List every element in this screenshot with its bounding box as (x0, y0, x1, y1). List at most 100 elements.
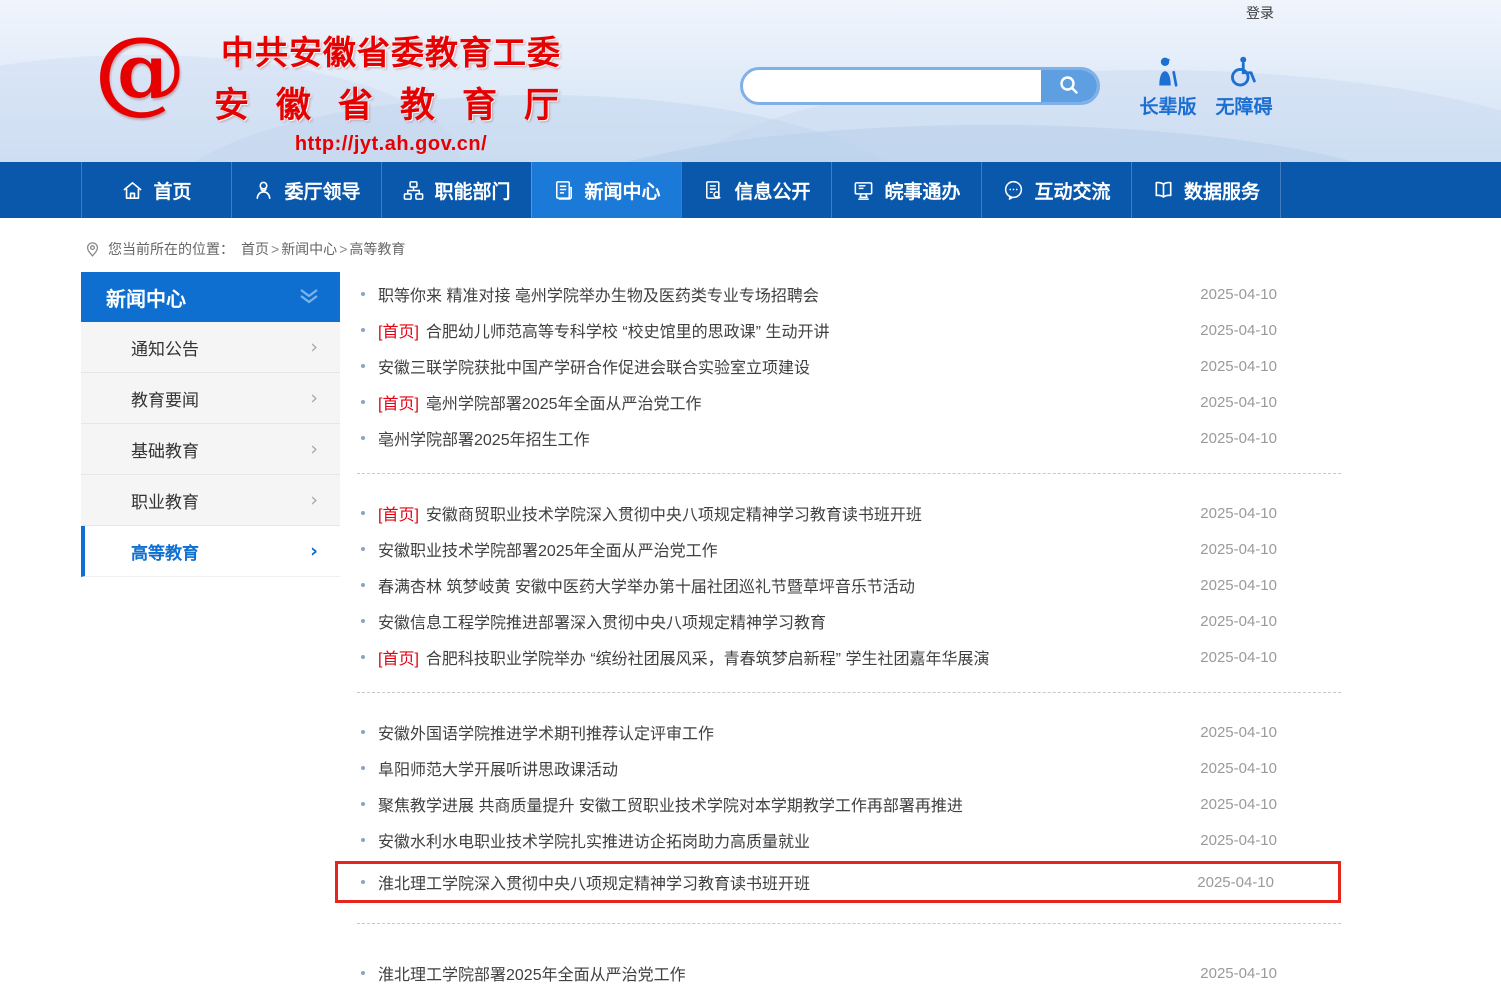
news-item: 聚焦教学进展 共商质量提升 安徽工贸职业技术学院对本学期教学工作再部署再推进 20… (357, 786, 1341, 822)
news-item: 亳州学院部署2025年招生工作 2025-04-10 (357, 420, 1341, 456)
nav-item-interaction[interactable]: 互动交流 (981, 162, 1131, 218)
news-item: 安徽外国语学院推进学术期刊推荐认定评审工作 2025-04-10 (357, 714, 1341, 750)
nav-item-label: 互动交流 (1034, 181, 1111, 203)
news-item-date: 2025-04-10 (1200, 321, 1277, 339)
search-bar (740, 67, 1100, 105)
search-input[interactable] (743, 70, 1041, 102)
nav-item-news-center[interactable]: 新闻中心 (531, 162, 681, 218)
online-service-icon (852, 179, 875, 202)
news-item: [首页] 合肥幼儿师范高等专科学校 “校史馆里的思政课” 生动开讲 2025-04-… (357, 312, 1341, 348)
news-item-highlighted: 淮北理工学院深入贯彻中央八项规定精神学习教育读书班开班 2025-04-10 (335, 861, 1341, 903)
news-item-title[interactable]: 安徽水利水电职业技术学院扎实推进访企拓岗助力高质量就业 (378, 828, 810, 852)
news-item-date: 2025-04-10 (1200, 648, 1277, 666)
news-item: 春满杏林 筑梦岐黄 安徽中医药大学举办第十届社团巡礼节暨草坪音乐节活动 2025-… (357, 567, 1341, 603)
site-titles: 中共安徽省委教育工委 安徽省教育厅 http://jyt.ah.gov.cn/ (200, 26, 582, 156)
breadcrumb-item[interactable]: 高等教育 (349, 241, 405, 257)
news-item-title[interactable]: 春满杏林 筑梦岐黄 安徽中医药大学举办第十届社团巡礼节暨草坪音乐节活动 (378, 573, 915, 597)
nav-item-label: 皖事通办 (884, 181, 961, 203)
chevron-double-down-icon (298, 288, 320, 306)
nav-item-label: 信息公开 (734, 181, 811, 203)
nav-item-departments[interactable]: 职能部门 (381, 162, 531, 218)
bullet-icon (361, 766, 365, 770)
breadcrumb-item[interactable]: 新闻中心 (281, 241, 337, 257)
nav-item-label: 数据服务 (1183, 181, 1260, 203)
news-item-date: 2025-04-10 (1200, 540, 1277, 558)
org-title-line2: 安徽省教育厅 (214, 86, 587, 125)
news-item: 安徽水利水电职业技术学院扎实推进访企拓岗助力高质量就业 2025-04-10 (357, 822, 1341, 858)
data-service-icon (1152, 179, 1175, 202)
news-item-title[interactable]: 亳州学院部署2025年招生工作 (378, 426, 590, 450)
news-item-prefix: [首页] (378, 396, 419, 413)
bullet-icon (361, 730, 365, 734)
news-item-date: 2025-04-10 (1200, 759, 1277, 777)
sidebar-item-vocational-education[interactable]: 职业教育 › (81, 475, 340, 526)
chevron-right-icon: › (310, 438, 318, 460)
news-item-date: 2025-04-10 (1200, 831, 1277, 849)
news-item: [首页] 合肥科技职业学院举办 “缤纷社团展风采，青春筑梦启新程” 学生社团嘉年华… (357, 639, 1341, 675)
nav-item-data-service[interactable]: 数据服务 (1131, 162, 1281, 218)
search-button[interactable] (1041, 70, 1097, 102)
nav-item-label: 新闻中心 (584, 181, 661, 203)
news-item-title[interactable]: 职等你来 精准对接 亳州学院举办生物及医药类专业专场招聘会 (378, 282, 819, 306)
nav-item-info-disclosure[interactable]: 信息公开 (681, 162, 831, 218)
chevron-right-icon: › (310, 387, 318, 409)
home-icon (121, 179, 144, 202)
news-item-date: 2025-04-10 (1200, 285, 1277, 303)
news-item-title[interactable]: 合肥科技职业学院举办 “缤纷社团展风采，青春筑梦启新程” 学生社团嘉年华展演 (426, 645, 990, 669)
news-item-title[interactable]: 淮北理工学院部署2025年全面从严治党工作 (378, 961, 686, 985)
sidebar-item-label: 通知公告 (131, 339, 199, 359)
search-icon (1057, 73, 1081, 100)
news-item-date: 2025-04-10 (1200, 576, 1277, 594)
news-item-title[interactable]: 安徽职业技术学院部署2025年全面从严治党工作 (378, 537, 718, 561)
sidebar: 新闻中心 通知公告 › 教育要闻 › 基础教育 › 职业教育 › 高等教育 › (81, 272, 340, 577)
accessibility-label: 无障碍 (1215, 97, 1273, 118)
news-item: 安徽三联学院获批中国产学研合作促进会联合实验室立项建设 2025-04-10 (357, 348, 1341, 384)
sidebar-item-notices[interactable]: 通知公告 › (81, 322, 340, 373)
sidebar-item-education-news[interactable]: 教育要闻 › (81, 373, 340, 424)
news-item-title[interactable]: 聚焦教学进展 共商质量提升 安徽工贸职业技术学院对本学期教学工作再部署再推进 (378, 792, 963, 816)
nav-item-online-service[interactable]: 皖事通办 (831, 162, 981, 218)
nav-item-label: 首页 (153, 181, 192, 203)
news-item-title[interactable]: 安徽三联学院获批中国产学研合作促进会联合实验室立项建设 (378, 354, 810, 378)
news-item: [首页] 亳州学院部署2025年全面从严治党工作 2025-04-10 (357, 384, 1341, 420)
accessibility-button[interactable]: 无障碍 (1208, 54, 1280, 119)
elder-version-button[interactable]: 长辈版 (1132, 54, 1204, 119)
org-title-line1: 中共安徽省委教育工委 (221, 34, 561, 71)
news-item: 安徽信息工程学院推进部署深入贯彻中央八项规定精神学习教育 2025-04-10 (357, 603, 1341, 639)
login-link[interactable]: 登录 (1246, 3, 1274, 23)
nav-item-home[interactable]: 首页 (81, 162, 231, 218)
news-item-prefix: [首页] (378, 651, 419, 668)
nav-item-leaders[interactable]: 委厅领导 (231, 162, 381, 218)
site-url: http://jyt.ah.gov.cn/ (294, 133, 488, 155)
sidebar-header: 新闻中心 (81, 272, 340, 322)
sidebar-item-basic-education[interactable]: 基础教育 › (81, 424, 340, 475)
leaders-icon (252, 179, 275, 202)
news-group: [首页] 安徽商贸职业技术学院深入贯彻中央八项规定精神学习教育读书班开班 2025-… (357, 491, 1341, 693)
news-item-title[interactable]: 阜阳师范大学开展听讲思政课活动 (378, 756, 618, 780)
news-item-title[interactable]: 安徽外国语学院推进学术期刊推荐认定评审工作 (378, 720, 714, 744)
sidebar-item-higher-education[interactable]: 高等教育 › (81, 526, 340, 577)
news-item-title[interactable]: 合肥幼儿师范高等专科学校 “校史馆里的思政课” 生动开讲 (426, 318, 830, 342)
news-item-title[interactable]: 安徽商贸职业技术学院深入贯彻中央八项规定精神学习教育读书班开班 (426, 501, 922, 525)
sidebar-item-label: 高等教育 (131, 543, 199, 563)
bullet-icon (361, 802, 365, 806)
news-item-date: 2025-04-10 (1200, 723, 1277, 741)
news-item-title[interactable]: 淮北理工学院深入贯彻中央八项规定精神学习教育读书班开班 (378, 870, 810, 894)
elder-icon (1132, 54, 1204, 90)
chevron-right-icon: › (310, 489, 318, 511)
bullet-icon (361, 583, 365, 587)
news-item-prefix: [首页] (378, 507, 419, 524)
news-item: [首页] 安徽商贸职业技术学院深入贯彻中央八项规定精神学习教育读书班开班 2025-… (357, 495, 1341, 531)
bullet-icon (361, 511, 365, 515)
bullet-icon (361, 655, 365, 659)
nav-item-label: 委厅领导 (284, 181, 361, 203)
chevron-right-icon: › (310, 540, 318, 562)
breadcrumb-item[interactable]: 首页 (241, 241, 269, 257)
news-item: 安徽职业技术学院部署2025年全面从严治党工作 2025-04-10 (357, 531, 1341, 567)
main-content: 新闻中心 通知公告 › 教育要闻 › 基础教育 › 职业教育 › 高等教育 › 职等你来 精准对接… (0, 272, 1501, 1008)
news-item-title[interactable]: 亳州学院部署2025年全面从严治党工作 (426, 390, 702, 414)
wheelchair-icon (1208, 54, 1280, 90)
bullet-icon (361, 364, 365, 368)
breadcrumb-path: 首页 > 新闻中心 > 高等教育 (241, 239, 405, 259)
news-item-title[interactable]: 安徽信息工程学院推进部署深入贯彻中央八项规定精神学习教育 (378, 609, 826, 633)
